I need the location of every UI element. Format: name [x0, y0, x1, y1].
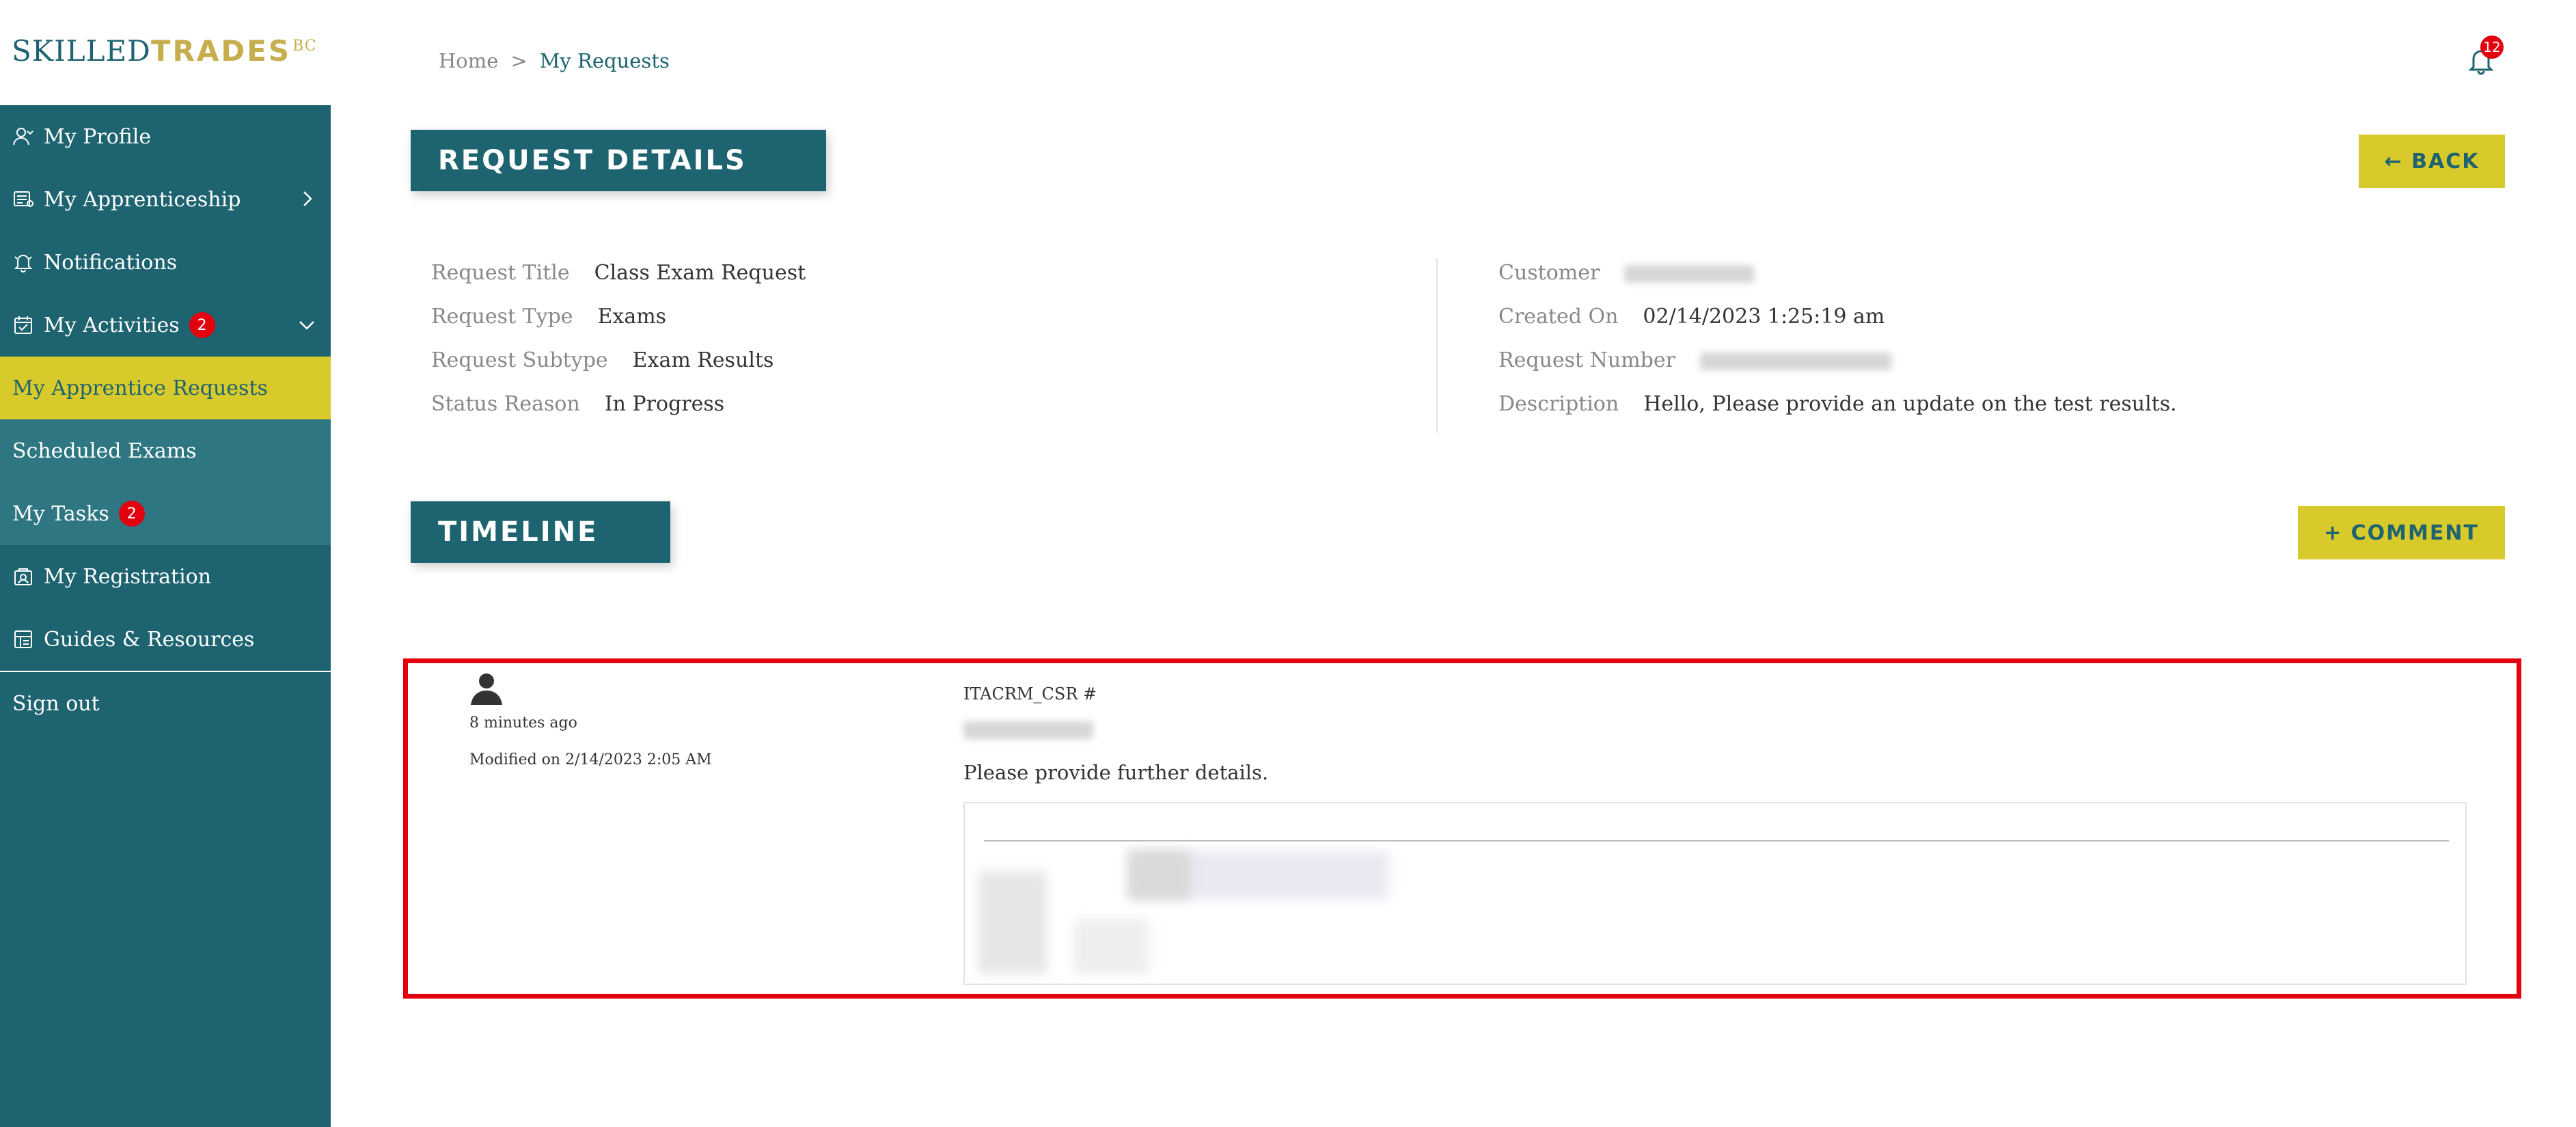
- sidebar-item-label: My Registration: [44, 564, 212, 589]
- field-request-type: Request Type Exams: [431, 305, 666, 329]
- guides-icon: [12, 628, 35, 651]
- tasks-count-badge: 2: [118, 501, 145, 527]
- sidebar-item-sign-out[interactable]: Sign out: [0, 672, 331, 735]
- notification-bell[interactable]: 12: [2468, 36, 2504, 76]
- activities-count-badge: 2: [189, 312, 215, 338]
- chevron-right-icon: [303, 191, 312, 206]
- request-title-value: Class Exam Request: [594, 261, 806, 285]
- attachment-redacted-block: [1074, 919, 1149, 974]
- customer-label: Customer: [1498, 261, 1600, 285]
- activities-icon: [12, 314, 35, 337]
- add-comment-button[interactable]: + COMMENT: [2298, 506, 2505, 559]
- sidebar-item-my-apprentice-requests[interactable]: My Apprentice Requests: [0, 357, 331, 419]
- status-reason-value: In Progress: [604, 392, 725, 416]
- breadcrumb-current[interactable]: My Requests: [540, 49, 670, 72]
- breadcrumb-separator: >: [510, 49, 527, 72]
- sidebar-item-my-apprenticeship[interactable]: My Apprenticeship: [0, 168, 331, 231]
- bell-icon: [12, 251, 35, 274]
- request-type-label: Request Type: [431, 305, 573, 329]
- timeline-heading: TIMELINE: [411, 501, 670, 563]
- sidebar-item-label: My Activities: [44, 313, 180, 337]
- breadcrumb: Home > My Requests: [439, 49, 670, 72]
- status-reason-label: Status Reason: [431, 392, 580, 416]
- request-number-label: Request Number: [1498, 348, 1675, 372]
- field-request-title: Request Title Class Exam Request: [431, 261, 806, 285]
- logo[interactable]: SKILLEDTRADESBC: [0, 0, 331, 105]
- sidebar: My Profile My Apprenticeship Notificatio…: [0, 105, 331, 1127]
- timeline-author: ITACRM_CSR #: [963, 684, 1097, 704]
- request-subtype-value: Exam Results: [632, 348, 774, 372]
- created-on-value: 02/14/2023 1:25:19 am: [1643, 305, 1885, 329]
- logo-bc: BC: [292, 38, 317, 55]
- field-customer: Customer: [1498, 261, 1755, 285]
- back-button[interactable]: ← BACK: [2359, 135, 2505, 188]
- sidebar-item-my-registration[interactable]: My Registration: [0, 545, 331, 608]
- request-subtype-label: Request Subtype: [431, 348, 608, 372]
- customer-value-redacted: [1624, 265, 1755, 283]
- brand-text: SKILLEDTRADESBC: [12, 34, 317, 68]
- field-request-number: Request Number: [1498, 348, 1891, 372]
- field-request-subtype: Request Subtype Exam Results: [431, 348, 773, 372]
- chevron-down-icon: [299, 321, 314, 330]
- sidebar-item-label: Sign out: [12, 691, 100, 716]
- sidebar-item-my-profile[interactable]: My Profile: [0, 105, 331, 168]
- sidebar-item-label: My Profile: [44, 124, 152, 149]
- request-details-heading: REQUEST DETAILS: [411, 130, 826, 191]
- logo-skilled: SKILLED: [12, 34, 151, 68]
- apprenticeship-icon: [12, 188, 35, 211]
- request-type-value: Exams: [597, 305, 667, 329]
- notification-count-badge: 12: [2480, 36, 2504, 59]
- request-number-value-redacted: [1699, 352, 1891, 370]
- request-title-label: Request Title: [431, 261, 570, 285]
- sidebar-item-my-tasks[interactable]: My Tasks 2: [0, 482, 331, 545]
- sidebar-item-my-activities[interactable]: My Activities 2: [0, 294, 331, 357]
- field-created-on: Created On 02/14/2023 1:25:19 am: [1498, 305, 1885, 329]
- timeline-time-ago: 8 minutes ago: [469, 714, 577, 732]
- timeline-modified-on: Modified on 2/14/2023 2:05 AM: [469, 751, 712, 768]
- field-status-reason: Status Reason In Progress: [431, 392, 724, 416]
- sidebar-item-label: My Apprenticeship: [44, 187, 241, 212]
- attachment-redacted-block: [978, 872, 1047, 974]
- user-icon: [12, 125, 35, 148]
- sidebar-item-notifications[interactable]: Notifications: [0, 231, 331, 294]
- sidebar-item-scheduled-exams[interactable]: Scheduled Exams: [0, 419, 331, 482]
- registration-icon: [12, 565, 35, 588]
- timeline-message: Please provide further details.: [963, 761, 1269, 784]
- timeline-author-name-redacted: [963, 721, 1093, 739]
- sidebar-item-guides-resources[interactable]: Guides & Resources: [0, 608, 331, 671]
- description-value: Hello, Please provide an update on the t…: [1643, 392, 2177, 416]
- attachment-redacted-block: [1129, 851, 1190, 899]
- breadcrumb-home[interactable]: Home: [439, 49, 498, 72]
- description-label: Description: [1498, 392, 1619, 416]
- attachment-rule: [984, 840, 2449, 841]
- avatar-icon: [469, 671, 504, 706]
- sidebar-item-label: Notifications: [44, 250, 178, 275]
- timeline-attachment-preview[interactable]: [963, 802, 2467, 985]
- created-on-label: Created On: [1498, 305, 1619, 329]
- details-divider: [1436, 258, 1438, 433]
- sidebar-item-label: My Tasks: [12, 501, 109, 526]
- field-description: Description Hello, Please provide an upda…: [1498, 392, 2177, 416]
- sidebar-item-label: Guides & Resources: [44, 627, 255, 652]
- logo-trades: TRADES: [150, 34, 292, 68]
